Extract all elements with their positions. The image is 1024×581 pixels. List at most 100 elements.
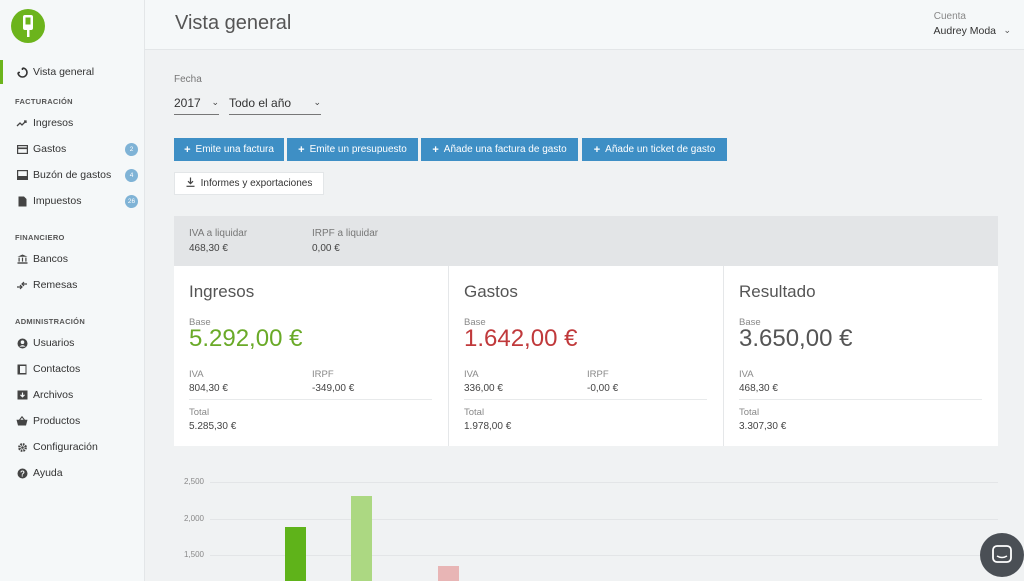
total-label: Total (739, 407, 760, 418)
iva-value: 804,30 € (189, 383, 228, 394)
irpf-label: IRPF (312, 369, 334, 380)
emit-invoice-button[interactable]: + Emite una factura (174, 138, 284, 161)
total-label: Total (464, 407, 485, 418)
sidebar-item-vista-general[interactable]: Vista general (0, 60, 145, 84)
basket-icon (16, 415, 28, 427)
card-title: Resultado (739, 282, 816, 301)
iva-value: 336,00 € (464, 383, 503, 394)
year-value: 2017 (174, 95, 201, 110)
iva-label: IVA a liquidar (189, 228, 248, 239)
user-circle-icon (16, 337, 28, 349)
period-select[interactable]: Todo el año ⌄ (229, 91, 321, 115)
iva-value: 468,30 € (189, 243, 228, 254)
iva-label: IVA (464, 369, 479, 380)
sidebar: Vista general FACTURACIÓN Ingresos Gasto… (0, 0, 145, 581)
sidebar-item-label: Remesas (33, 279, 78, 291)
plus-icon: + (593, 143, 601, 156)
inbox-icon (16, 169, 28, 181)
irpf-value: -349,00 € (312, 383, 355, 394)
resultado-card: Resultado Base 3.650,00 € IVA 468,30 € T… (724, 266, 999, 446)
irpf-label: IRPF a liquidar (312, 228, 379, 239)
sidebar-item-label: Configuración (33, 441, 98, 453)
iva-value: 468,30 € (739, 383, 778, 394)
divider (464, 399, 707, 400)
svg-text:?: ? (20, 469, 25, 478)
sidebar-item-ingresos[interactable]: Ingresos (0, 110, 145, 136)
count-badge: 4 (125, 169, 138, 182)
base-value: 3.650,00 € (739, 325, 853, 352)
base-value: 5.292,00 € (189, 325, 303, 352)
sidebar-item-buzon[interactable]: Buzón de gastos 4 (0, 162, 145, 188)
sidebar-item-gastos[interactable]: Gastos 2 (0, 136, 145, 162)
chart-bar[interactable] (438, 565, 459, 581)
sidebar-item-label: Bancos (33, 253, 69, 265)
chevron-down-icon: ⌄ (313, 97, 321, 107)
grid-line (210, 518, 998, 520)
plus-icon: + (432, 143, 439, 156)
iva-label: IVA (739, 369, 754, 380)
page-title: Vista general (175, 12, 292, 34)
add-expense-invoice-button[interactable]: + Añade una factura de gasto (421, 138, 578, 161)
iva-to-settle: IVA a liquidar 468,30 € (189, 228, 247, 254)
chevron-down-icon[interactable]: ⌄ (1003, 25, 1011, 36)
sidebar-item-label: Buzón de gastos (33, 169, 112, 181)
sidebar-item-label: Vista general (33, 66, 95, 78)
account-switcher[interactable]: Audrey Moda (934, 25, 996, 37)
sidebar-item-ayuda[interactable]: ? Ayuda (0, 460, 145, 486)
count-badge: 2 (125, 143, 138, 156)
grid-line (210, 482, 998, 483)
chart-bar[interactable] (351, 495, 372, 581)
section-administracion: ADMINISTRACIÓN (15, 317, 86, 326)
gastos-card: Gastos Base 1.642,00 € IVA 336,00 € IRPF… (449, 266, 724, 446)
sidebar-item-usuarios[interactable]: Usuarios (0, 330, 145, 356)
address-book-icon (16, 363, 28, 375)
gear-icon (16, 441, 28, 453)
button-label: Informes y exportaciones (200, 178, 313, 189)
app-logo[interactable] (11, 9, 45, 43)
emit-quote-button[interactable]: + Emite un presupuesto (287, 138, 418, 161)
add-expense-ticket-button[interactable]: + Añade un ticket de gasto (582, 138, 727, 161)
period-value: Todo el año (229, 95, 292, 110)
reports-export-button[interactable]: Informes y exportaciones (174, 172, 324, 195)
sidebar-item-label: Ayuda (33, 467, 63, 479)
monthly-chart: 2,500 2,000 1,500 (174, 470, 998, 581)
sidebar-item-productos[interactable]: Productos (0, 408, 145, 434)
ingresos-card: Ingresos Base 5.292,00 € IVA 804,30 € IR… (174, 266, 449, 446)
help-icon: ? (16, 467, 28, 479)
plus-icon: + (184, 143, 191, 156)
sidebar-item-label: Gastos (33, 143, 67, 155)
document-icon (16, 195, 28, 207)
credit-card-icon (16, 143, 28, 155)
chat-button[interactable] (980, 533, 1024, 577)
total-value: 3.307,30 € (739, 421, 787, 432)
tax-summary-bar: IVA a liquidar 468,30 € IRPF a liquidar … (174, 216, 998, 266)
section-financiero: FINANCIERO (15, 233, 65, 242)
overview-icon (16, 66, 28, 78)
sidebar-item-remesas[interactable]: Remesas (0, 272, 145, 298)
section-facturacion: FACTURACIÓN (15, 97, 73, 106)
card-title: Gastos (464, 282, 518, 301)
sidebar-item-label: Ingresos (33, 117, 74, 129)
count-badge: 26 (125, 195, 138, 208)
sidebar-item-impuestos[interactable]: Impuestos 26 (0, 188, 145, 214)
sidebar-item-archivos[interactable]: Archivos (0, 382, 145, 408)
chevron-down-icon: ⌄ (211, 97, 219, 107)
sidebar-item-bancos[interactable]: Bancos (0, 246, 145, 272)
archive-icon (16, 389, 28, 401)
sidebar-item-label: Productos (33, 415, 81, 427)
divider (189, 399, 432, 400)
sidebar-item-label: Contactos (33, 363, 81, 375)
year-select[interactable]: 2017 ⌄ (174, 91, 219, 115)
irpf-value: 0,00 € (312, 243, 340, 254)
base-value: 1.642,00 € (464, 325, 578, 352)
sidebar-item-contactos[interactable]: Contactos (0, 356, 145, 382)
iva-label: IVA (189, 369, 204, 380)
chart-bar[interactable] (285, 527, 306, 581)
y-tick-label: 2,000 (183, 513, 204, 523)
card-title: Ingresos (189, 282, 255, 301)
y-tick-label: 1,500 (183, 550, 204, 559)
transfer-icon (16, 279, 28, 291)
plus-icon: + (298, 143, 305, 156)
total-value: 5.285,30 € (189, 421, 237, 432)
sidebar-item-configuracion[interactable]: Configuración (0, 434, 145, 460)
